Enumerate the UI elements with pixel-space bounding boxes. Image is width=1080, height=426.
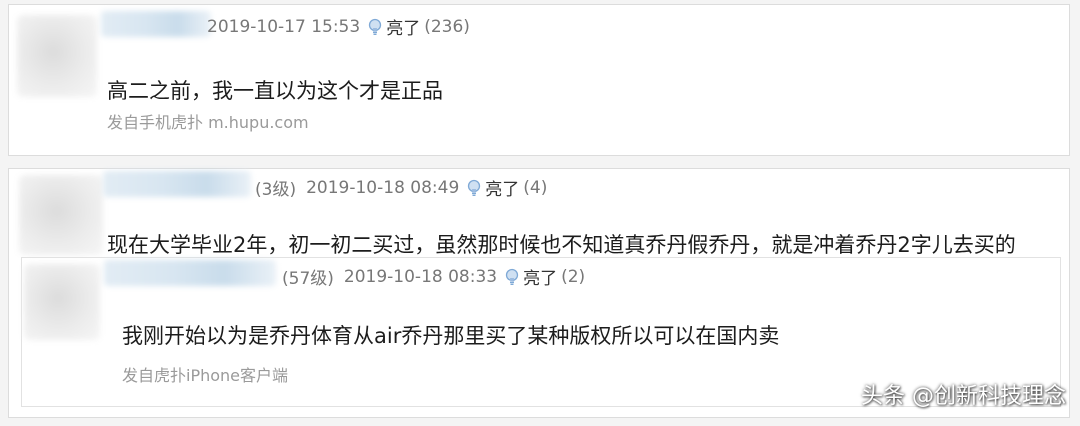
comment-date: 2019-10-18 08:49 [306,177,460,198]
reply-meta: (57级) 2019-10-18 08:33 亮了 (2) [282,264,586,290]
avatar[interactable] [24,264,100,340]
light-up-button[interactable]: 亮了 [485,175,519,200]
light-up-button[interactable]: 亮了 [523,264,557,289]
comment-meta: (3级) 2019-10-18 08:49 亮了 (4) [255,175,548,201]
lightbulb-icon[interactable] [366,17,384,37]
comment-text: 现在大学毕业2年，初一初二买过，虽然那时候也不知道真乔丹假乔丹，就是冲着乔丹2字… [107,233,1016,257]
reply-date: 2019-10-18 08:33 [343,266,498,287]
lightbulb-icon[interactable] [503,267,521,287]
username-redacted[interactable] [104,260,276,286]
reply-text: 我刚开始以为是乔丹体育从air乔丹那里买了某种版权所以可以在国内卖 [122,324,780,348]
comment-source: 发自手机虎扑 m.hupu.com [107,113,309,132]
user-level: (57级) [282,269,334,289]
light-up-button[interactable]: 亮了 [386,14,420,39]
reply-source: 发自虎扑iPhone客户端 [122,366,289,385]
user-level: (3级) [255,180,297,200]
comment-meta: 2019-10-17 15:53 亮了 (236) [207,14,470,40]
avatar[interactable] [19,175,103,255]
username-redacted[interactable] [103,171,251,197]
comment-date: 2019-10-17 15:53 [207,16,361,37]
comment-text: 高二之前，我一直以为这个才是正品 [107,79,443,103]
avatar[interactable] [17,15,97,97]
light-count: (4) [523,177,548,198]
comment-card: 2019-10-17 15:53 亮了 (236) 高二之前，我一直以为这个才是… [8,4,1070,156]
light-count: (236) [424,16,470,37]
lightbulb-icon[interactable] [465,178,483,198]
watermark: 头条 @创新科技理念 [861,384,1066,409]
light-count: (2) [561,266,586,287]
username-redacted[interactable] [101,11,211,37]
